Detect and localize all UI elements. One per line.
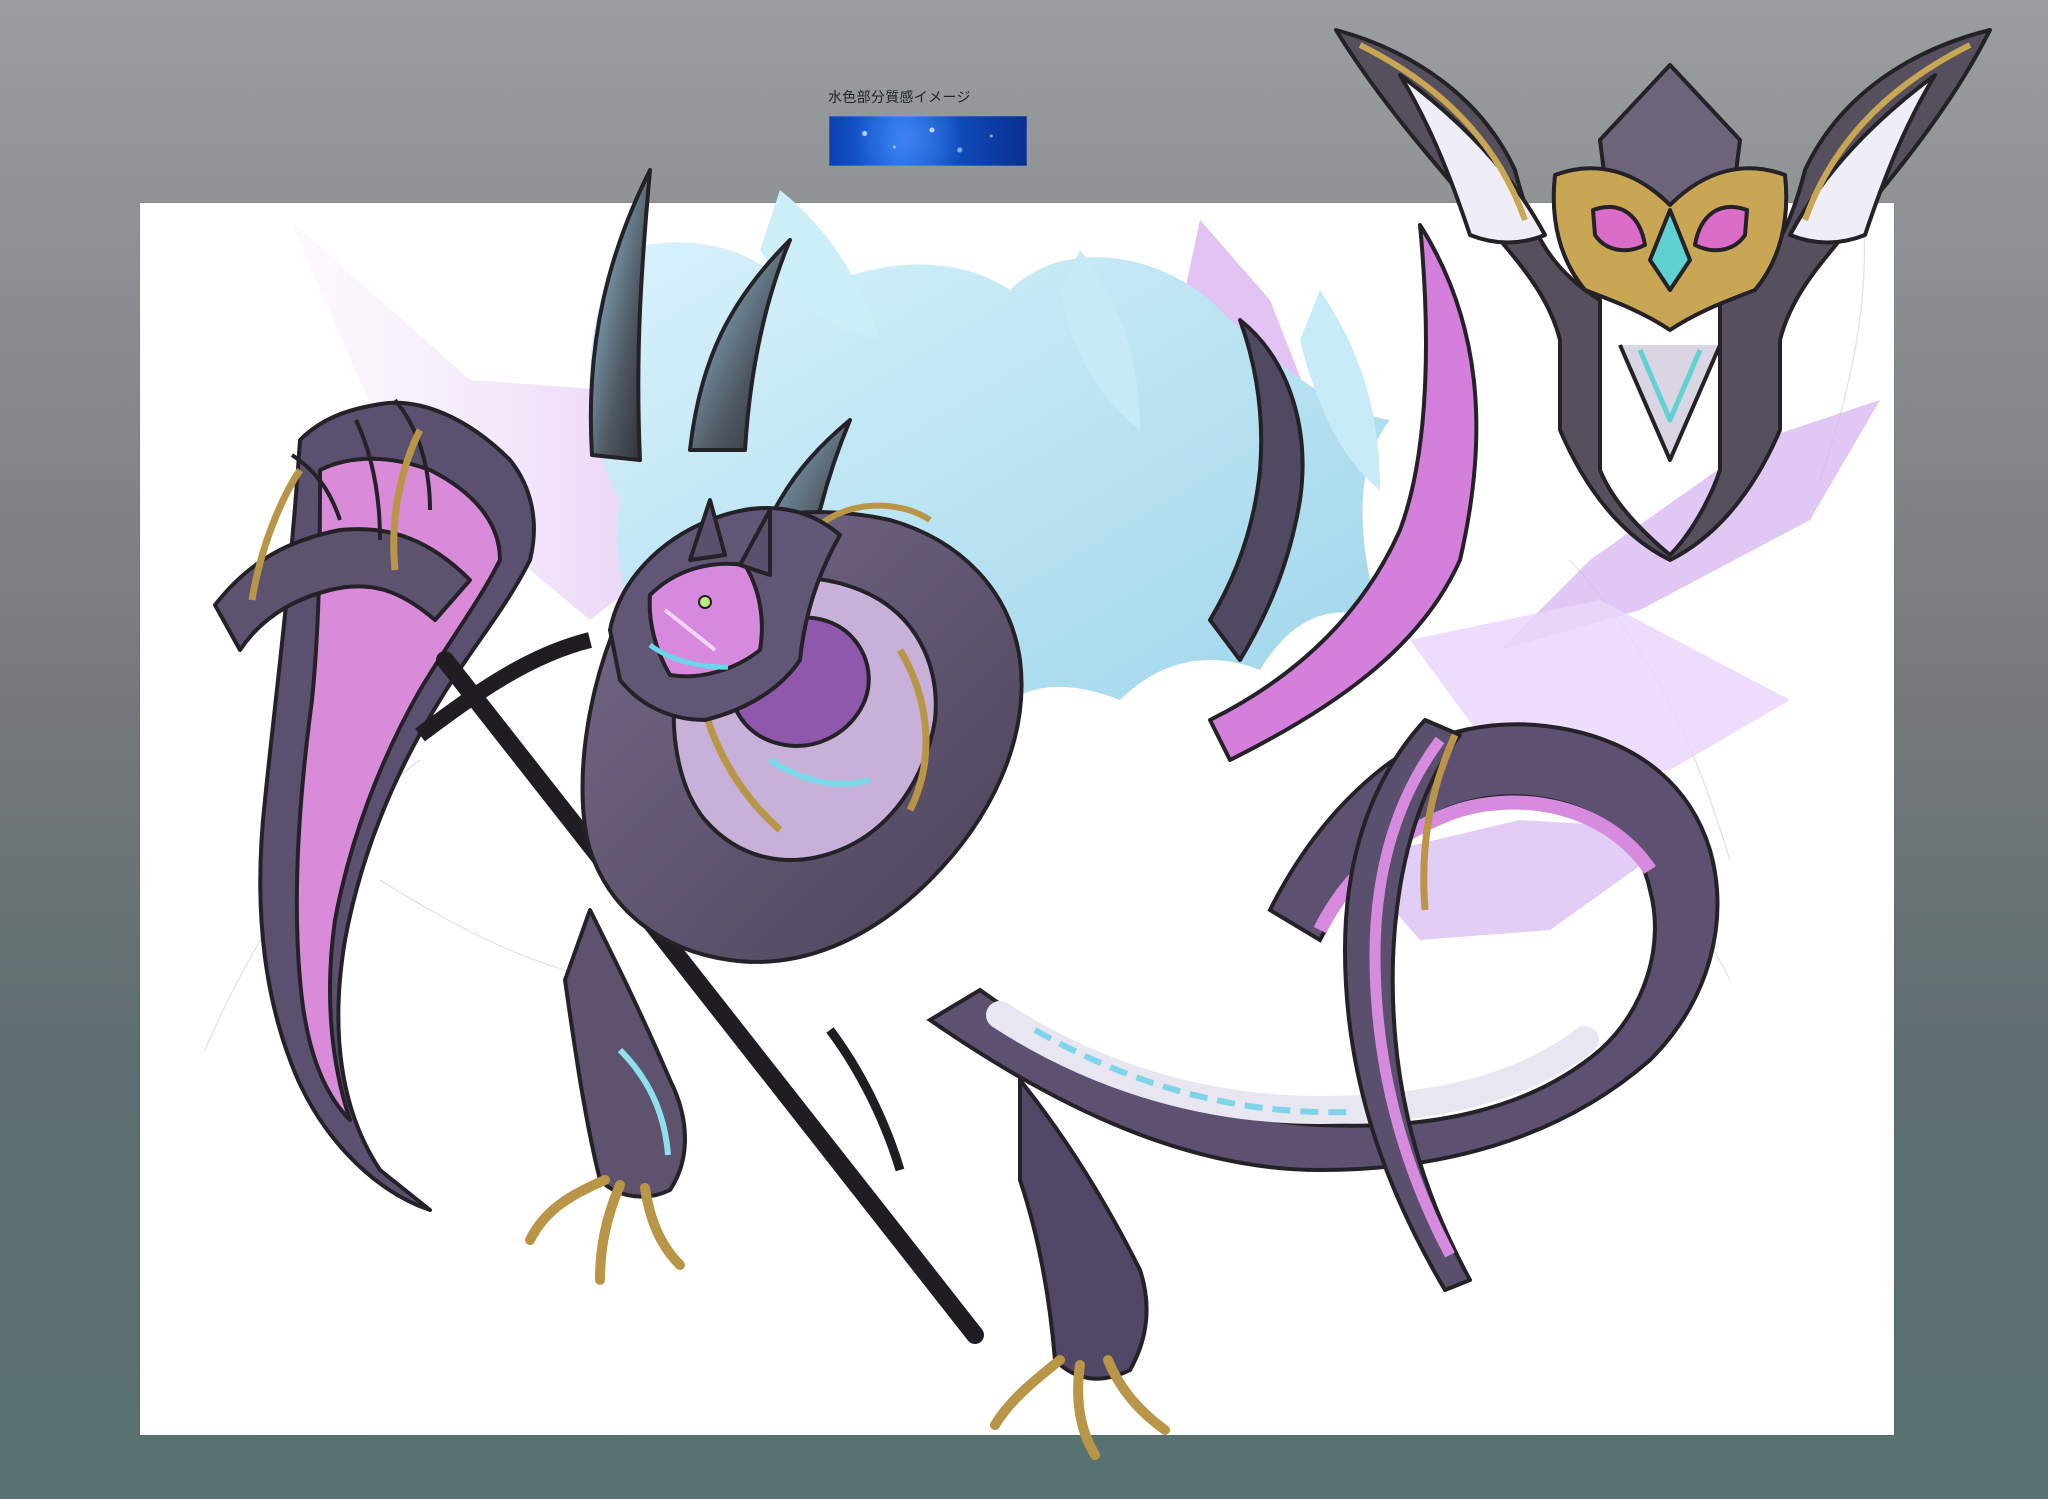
creature-illustration (204, 28, 1992, 1460)
reference-sheet: 水色部分質感イメージ (0, 0, 2048, 1499)
spiked-tail (926, 722, 1720, 1173)
left-scythe-wing (213, 398, 536, 1212)
